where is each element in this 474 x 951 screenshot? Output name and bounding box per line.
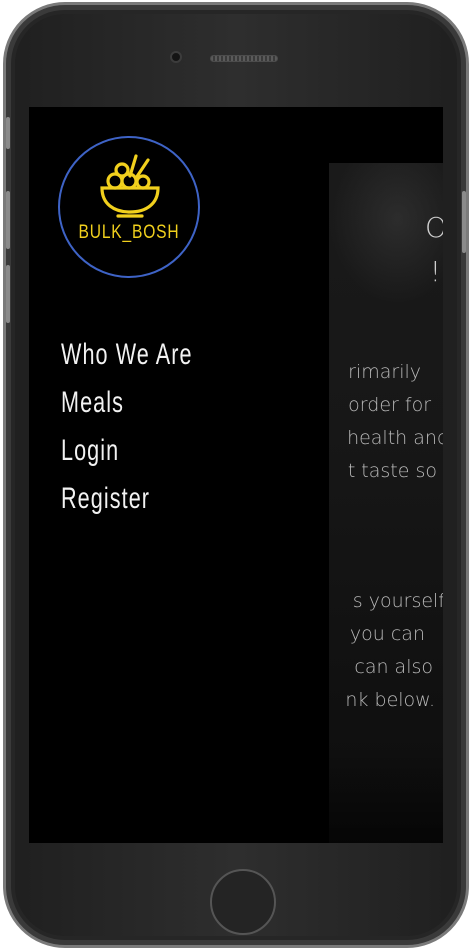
nav-meals[interactable]: Meals: [61, 379, 193, 427]
paragraph-line: order for: [348, 394, 431, 416]
camera-icon: [170, 51, 182, 63]
home-button[interactable]: [210, 869, 276, 935]
volume-down-button: [6, 265, 10, 323]
logo[interactable]: BULK_BOSH: [58, 136, 200, 278]
paragraph-line: t taste so: [347, 460, 437, 482]
paragraph-line: health and: [347, 427, 443, 449]
bowl-icon: [100, 154, 160, 218]
screen: O ! rimarily order for health and t tast…: [29, 107, 443, 843]
heading-line-2: !: [429, 255, 441, 288]
page-content: O ! rimarily order for health and t tast…: [329, 163, 443, 843]
paragraph-line: can also: [354, 656, 433, 678]
paragraph-line: nk below.: [345, 689, 435, 711]
nav-register[interactable]: Register: [61, 475, 193, 523]
speaker-icon: [210, 55, 278, 62]
mute-switch: [6, 117, 10, 149]
power-button: [462, 191, 466, 253]
nav-login[interactable]: Login: [61, 427, 193, 475]
paragraph-line: rimarily: [348, 361, 421, 383]
paragraph-line: you can: [349, 623, 425, 645]
nav-drawer: BULK_BOSH Who We Are Meals Login Registe…: [29, 107, 329, 843]
main-nav: Who We Are Meals Login Register: [61, 331, 244, 523]
logo-text: BULK_BOSH: [78, 222, 180, 243]
volume-up-button: [6, 191, 10, 249]
heading-line-1: O: [424, 211, 443, 244]
content-shade: [329, 753, 443, 843]
nav-who-we-are[interactable]: Who We Are: [61, 331, 193, 379]
paragraph-line: s yourself: [352, 590, 443, 612]
